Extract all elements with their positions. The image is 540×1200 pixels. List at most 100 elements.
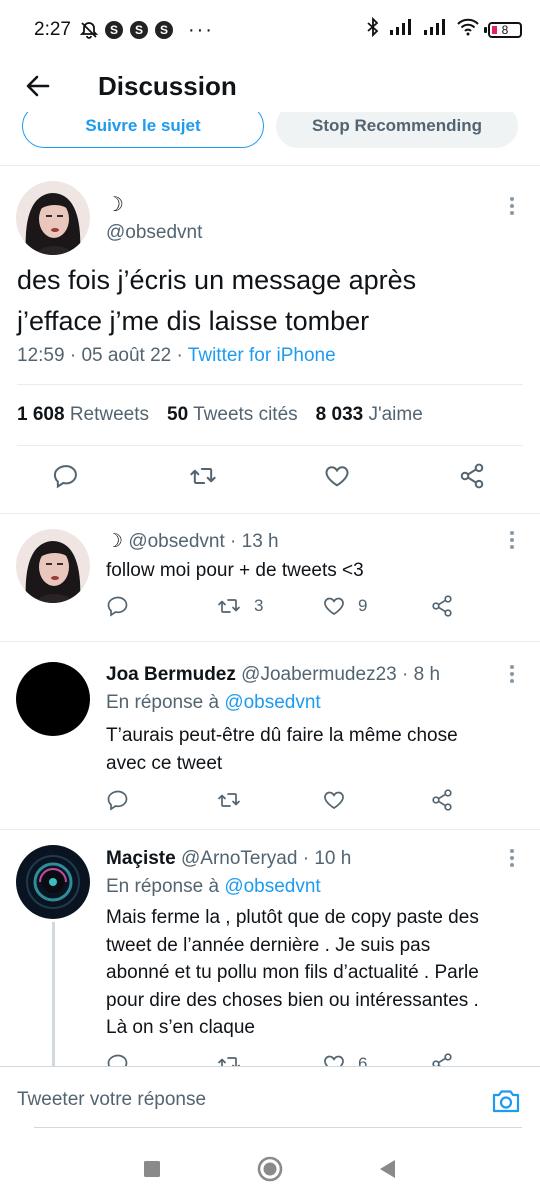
retweet-button[interactable]	[216, 788, 242, 812]
replying-to-label: En réponse à	[106, 692, 220, 713]
topic-actions: Suivre le sujet Stop Recommending	[0, 112, 540, 166]
circle-icon	[257, 1156, 283, 1182]
separator: ·	[69, 345, 82, 366]
separator: ·	[401, 664, 409, 685]
likes-stat[interactable]: 8 033 J'aime	[316, 404, 423, 426]
reply-time: 8 h	[413, 664, 441, 685]
triangle-back-icon	[380, 1160, 395, 1178]
user-handle[interactable]: @Joabermudez23	[241, 664, 397, 685]
avatar[interactable]	[16, 662, 90, 736]
back-button[interactable]	[8, 60, 68, 112]
reply-button[interactable]	[106, 788, 130, 812]
display-name[interactable]: ☽	[106, 192, 124, 217]
reply-text-line: T’aurais peut-être dû faire la même chos…	[106, 725, 458, 746]
user-handle[interactable]: @obsedvnt	[128, 531, 224, 552]
share-button[interactable]	[458, 462, 486, 490]
share-icon	[432, 595, 452, 617]
retweet-icon	[218, 599, 240, 613]
user-handle[interactable]: @obsedvnt	[106, 222, 202, 244]
reply-tweet[interactable]: Joa Bermudez @Joabermudez23 · 8 h En rép…	[0, 642, 540, 830]
reply-time: 13 h	[241, 531, 279, 552]
reply-button[interactable]	[106, 1052, 130, 1066]
retweet-count: 3	[254, 596, 264, 615]
reply-button[interactable]	[52, 462, 80, 490]
main-tweet: ☽ @obsedvnt des fois j’écris un message …	[0, 166, 540, 514]
reply-text-line: abonné et tu pollu mon fils d’actualité …	[106, 962, 479, 983]
reply-icon	[53, 465, 77, 489]
reply-text-line: Là on s’en claque	[106, 1017, 255, 1038]
home-button[interactable]	[255, 1154, 285, 1184]
share-button[interactable]	[430, 594, 454, 618]
retweet-icon	[218, 793, 240, 807]
replying-to: En réponse à @obsedvnt	[106, 692, 321, 714]
recent-apps-button[interactable]	[137, 1154, 167, 1184]
divider	[17, 445, 523, 446]
reply-actions: 6	[0, 1052, 540, 1066]
stop-recommending-button[interactable]: Stop Recommending	[276, 112, 518, 148]
share-button[interactable]	[430, 788, 454, 812]
like-button[interactable]: 9	[322, 594, 367, 618]
tweet-source-link[interactable]: Twitter for iPhone	[188, 345, 336, 366]
battery-icon: 8	[484, 22, 522, 38]
app-notification-icon: S	[129, 21, 148, 39]
follow-topic-button[interactable]: Suivre le sujet	[22, 112, 264, 148]
heart-icon	[324, 1055, 344, 1066]
notifications-off-icon	[79, 20, 99, 40]
app-notification-icon: S	[154, 21, 173, 39]
reply-input[interactable]: Tweeter votre réponse	[17, 1089, 206, 1111]
retweets-label: Retweets	[69, 404, 150, 425]
replying-to-handle[interactable]: @obsedvnt	[224, 692, 320, 713]
reply-button[interactable]	[106, 594, 130, 618]
retweet-icon	[218, 1057, 240, 1066]
heart-icon	[325, 466, 349, 487]
reply-actions	[0, 788, 540, 818]
replying-to-handle[interactable]: @obsedvnt	[224, 876, 320, 897]
status-time: 2:27	[34, 19, 71, 40]
reply-text: Mais ferme la , plutôt que de copy paste…	[106, 904, 526, 1042]
display-name[interactable]: Joa Bermudez	[106, 664, 236, 685]
back-arrow-icon	[26, 75, 50, 97]
tweet-stats: 1 608 Retweets 50 Tweets cités 8 033 J'a…	[17, 404, 423, 426]
avatar[interactable]	[16, 529, 90, 603]
more-options-icon[interactable]	[502, 194, 522, 218]
retweets-stat[interactable]: 1 608 Retweets	[17, 404, 149, 426]
retweet-button[interactable]	[188, 462, 218, 490]
reply-text: follow moi pour + de tweets <3	[106, 560, 364, 581]
page-title: Discussion	[98, 70, 237, 101]
like-button[interactable]	[323, 462, 351, 490]
separator: ·	[176, 345, 188, 366]
more-options-icon[interactable]	[502, 528, 522, 552]
reply-compose-bar: Tweeter votre réponse	[0, 1066, 540, 1136]
more-options-icon[interactable]	[502, 662, 522, 686]
quotes-stat[interactable]: 50 Tweets cités	[167, 404, 298, 426]
back-nav-button[interactable]	[372, 1154, 402, 1184]
reply-header: Joa Bermudez @Joabermudez23 · 8 h	[106, 664, 440, 686]
user-handle[interactable]: @ArnoTeryad	[181, 848, 297, 869]
share-button[interactable]	[430, 1052, 454, 1066]
app-header: Discussion	[0, 60, 540, 112]
retweet-button[interactable]	[216, 1052, 242, 1066]
separator: ·	[302, 848, 310, 869]
camera-button[interactable]	[490, 1085, 522, 1117]
display-name[interactable]: ☽	[106, 531, 123, 552]
avatar[interactable]	[16, 181, 90, 255]
reply-text-line: tweet de l’année dernière . Je suis pas	[106, 934, 431, 956]
square-icon	[144, 1161, 160, 1177]
avatar[interactable]	[16, 845, 90, 919]
more-options-icon[interactable]	[502, 846, 522, 870]
reply-tweet[interactable]: ☽ @obsedvnt · 13 h follow moi pour + de …	[0, 514, 540, 642]
like-count: 9	[358, 596, 368, 615]
like-button[interactable]	[322, 788, 346, 812]
share-icon	[432, 789, 452, 811]
divider	[17, 384, 523, 385]
replying-to-label: En réponse à	[106, 876, 220, 897]
tweet-text-line: des fois j’écris un message après	[17, 265, 417, 295]
tweet-actions	[0, 462, 540, 502]
reply-time: 10 h	[314, 848, 352, 869]
like-button[interactable]: 6	[322, 1052, 367, 1066]
retweet-button[interactable]: 3	[216, 594, 263, 618]
reply-text-line: avec ce tweet	[106, 752, 223, 774]
reply-actions: 3 9	[0, 594, 540, 624]
display-name[interactable]: Maçiste	[106, 848, 176, 869]
reply-tweet[interactable]: Maçiste @ArnoTeryad · 10 h En réponse à …	[0, 830, 540, 1066]
